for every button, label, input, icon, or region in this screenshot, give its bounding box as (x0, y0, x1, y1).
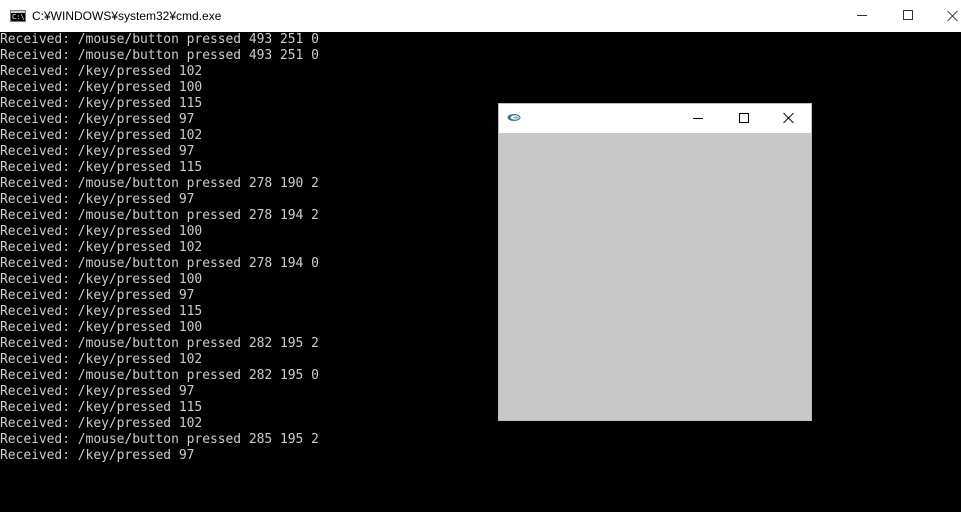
console-line: Received: /key/pressed 102 (0, 240, 203, 255)
minimize-icon (857, 15, 867, 16)
cmd-window: C:\. C:¥WINDOWS¥system32¥cmd.exe Receive… (0, 0, 961, 512)
window-title: C:¥WINDOWS¥system32¥cmd.exe (32, 9, 222, 23)
console-line: Received: /mouse/button pressed 493 251 … (0, 32, 319, 47)
console-line: Received: /mouse/button pressed 493 251 … (0, 48, 319, 63)
console-line: Received: /key/pressed 102 (0, 416, 203, 431)
console-line: Received: /mouse/button pressed 278 194 … (0, 256, 319, 271)
console-line: Received: /key/pressed 97 (0, 112, 195, 127)
app-canvas[interactable] (499, 133, 811, 420)
app-window[interactable] (498, 103, 812, 421)
console-line: Received: /key/pressed 102 (0, 64, 203, 79)
minimize-button[interactable] (839, 0, 885, 32)
console-line: Received: /key/pressed 100 (0, 80, 203, 95)
console-line: Received: /key/pressed 97 (0, 448, 195, 463)
console-line: Received: /key/pressed 115 (0, 160, 203, 175)
console-line: Received: /key/pressed 100 (0, 320, 203, 335)
processing-app-icon[interactable] (507, 113, 521, 122)
close-button[interactable] (931, 0, 961, 32)
console-line: Received: /mouse/button pressed 282 195 … (0, 368, 319, 383)
console-line: Received: /key/pressed 100 (0, 224, 203, 239)
console-output[interactable]: Received: /mouse/button pressed 493 251 … (0, 32, 961, 512)
app-close-button[interactable] (765, 104, 811, 133)
app-maximize-button[interactable] (721, 104, 767, 133)
app-minimize-button[interactable] (675, 104, 721, 133)
cmd-titlebar[interactable]: C:\. C:¥WINDOWS¥system32¥cmd.exe (0, 0, 961, 32)
maximize-icon (903, 10, 913, 20)
console-line: Received: /mouse/button pressed 282 195 … (0, 336, 319, 351)
app-titlebar[interactable] (499, 104, 811, 133)
console-line: Received: /mouse/button pressed 278 194 … (0, 208, 319, 223)
close-icon (947, 10, 958, 21)
console-line: Received: /key/pressed 102 (0, 352, 203, 367)
console-line: Received: /key/pressed 115 (0, 96, 203, 111)
console-line: Received: /key/pressed 97 (0, 192, 195, 207)
console-line: Received: /key/pressed 97 (0, 144, 195, 159)
cmd-icon-text: C:\. (12, 13, 25, 21)
console-line: Received: /mouse/button pressed 285 195 … (0, 432, 319, 447)
console-line: Received: /key/pressed 102 (0, 128, 203, 143)
maximize-icon (739, 113, 749, 123)
close-icon (783, 112, 794, 123)
console-line: Received: /key/pressed 97 (0, 288, 195, 303)
console-line: Received: /key/pressed 100 (0, 272, 203, 287)
console-line: Received: /key/pressed 97 (0, 384, 195, 399)
console-line: Received: /key/pressed 115 (0, 304, 203, 319)
maximize-button[interactable] (885, 0, 931, 32)
console-line: Received: /mouse/button pressed 278 190 … (0, 176, 319, 191)
console-line: Received: /key/pressed 115 (0, 400, 203, 415)
cmd-icon[interactable]: C:\. (10, 10, 26, 22)
minimize-icon (693, 118, 703, 119)
